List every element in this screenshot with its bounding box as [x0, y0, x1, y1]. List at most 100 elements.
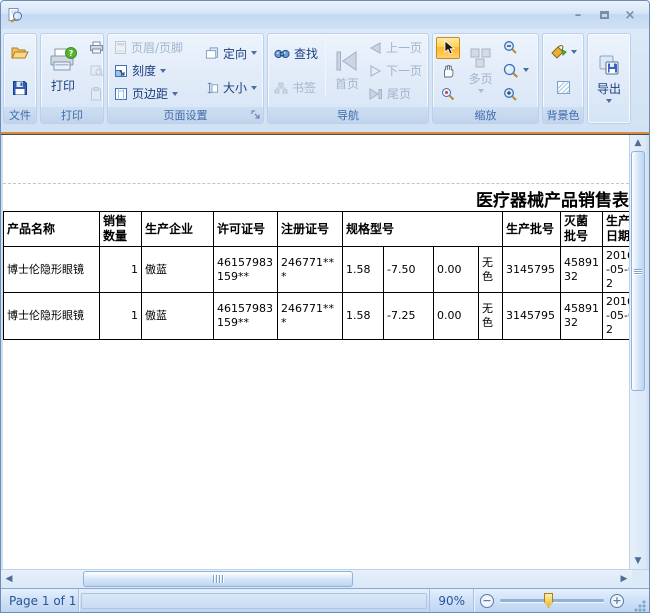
zoom-group-label: 缩放	[475, 107, 497, 123]
navigation-group-label: 导航	[337, 107, 359, 123]
print-dialog-button[interactable]	[84, 62, 108, 80]
scroll-left-icon[interactable]: ◀	[1, 570, 17, 588]
cursor-icon	[442, 40, 455, 55]
zoom-button[interactable]	[500, 62, 535, 79]
header-footer-button[interactable]: 页眉/页脚	[111, 38, 200, 57]
save-button[interactable]	[8, 77, 32, 99]
fill-color-button[interactable]	[547, 43, 580, 60]
orientation-button[interactable]: 定向	[202, 44, 260, 63]
table-row: 博士伦隐形眼镜 1 傲蓝 46157983159** 246771*** 1.5…	[4, 293, 630, 339]
print-button[interactable]: ? 打印	[44, 36, 82, 105]
maximize-button[interactable]	[591, 6, 617, 24]
cell-spec-3: 0.00	[434, 247, 479, 293]
scroll-down-icon[interactable]: ▼	[630, 553, 646, 569]
page-setup-dialog-launcher[interactable]	[250, 109, 261, 120]
last-page-icon	[369, 88, 383, 100]
pan-tool-button[interactable]	[436, 60, 460, 82]
minimize-button[interactable]: –	[565, 6, 591, 24]
last-page-button[interactable]: 尾页	[366, 84, 425, 103]
print-options-icon	[89, 64, 104, 77]
horizontal-scrollbar[interactable]: ◀ ▶	[1, 569, 649, 588]
find-icon	[274, 47, 290, 59]
prev-page-button[interactable]: 上一页	[366, 38, 425, 57]
cell-spec-1: 1.58	[343, 293, 384, 339]
dialog-launcher-icon	[250, 109, 261, 120]
col-header-maker: 生产企业	[142, 212, 214, 247]
margins-dropdown-icon	[172, 92, 178, 96]
table-header-row: 产品名称 销售数量 生产企业 许可证号 注册证号 规格型号 生产批号 灭菌批号 …	[4, 212, 630, 247]
col-header-license: 许可证号	[214, 212, 278, 247]
col-header-batch: 生产批号	[503, 212, 561, 247]
svg-text:?: ?	[69, 49, 74, 58]
cell-color: 无色	[479, 293, 503, 339]
title-bar: – ×	[1, 1, 649, 29]
ribbon-group-file: 文件	[3, 33, 37, 124]
vertical-scrollbar[interactable]: ▲ ▼	[629, 135, 646, 569]
pointer-tool-button[interactable]	[436, 37, 460, 59]
zoom-region-icon	[441, 87, 455, 101]
multipage-label: 多页	[469, 70, 493, 87]
col-header-date: 生产日期	[603, 212, 629, 247]
first-page-label: 首页	[335, 75, 359, 92]
scale-button[interactable]: 刻度	[111, 61, 200, 80]
multipage-button[interactable]: 多页	[463, 36, 498, 105]
next-page-icon	[369, 65, 382, 77]
horizontal-scrollbar-track[interactable]	[17, 570, 616, 588]
size-icon	[205, 81, 219, 95]
close-button[interactable]: ×	[617, 6, 643, 24]
margins-button[interactable]: 页边距	[111, 84, 200, 103]
margins-label: 页边距	[132, 85, 168, 102]
export-button[interactable]: 导出	[593, 36, 625, 121]
export-label: 导出	[597, 80, 621, 97]
cell-maker: 傲蓝	[142, 247, 214, 293]
vertical-scrollbar-thumb[interactable]	[631, 151, 645, 391]
paint-bucket-icon	[550, 44, 567, 59]
header-footer-icon	[114, 41, 127, 54]
multipage-dropdown-icon	[478, 89, 484, 93]
ribbon-group-backcolor: 背景色	[542, 33, 584, 124]
size-button[interactable]: 大小	[202, 78, 260, 97]
scroll-up-icon[interactable]: ▲	[630, 135, 646, 151]
watermark-icon	[556, 80, 571, 95]
zoom-slider-control: − +	[474, 589, 630, 612]
zoom-slider-track[interactable]	[500, 599, 604, 602]
zoom-level-label: 90%	[438, 594, 465, 608]
orientation-icon	[205, 46, 219, 60]
cell-spec-3: 0.00	[434, 293, 479, 339]
export-dropdown-icon	[606, 99, 612, 103]
report-table: 产品名称 销售数量 生产企业 许可证号 注册证号 规格型号 生产批号 灭菌批号 …	[3, 211, 629, 340]
window-resize-grip[interactable]	[634, 600, 646, 612]
quick-print-button[interactable]	[84, 39, 108, 57]
cell-color: 无色	[479, 247, 503, 293]
bookmark-icon	[274, 82, 288, 94]
col-header-sterile: 灭菌批号	[561, 212, 603, 247]
report-title: 医疗器械产品销售表	[476, 186, 629, 211]
cell-maker: 傲蓝	[142, 293, 214, 339]
multipage-icon	[470, 48, 492, 68]
next-page-button[interactable]: 下一页	[366, 61, 425, 80]
preview-page: 医疗器械产品销售表 产品名称 销售数量 生产企业 许可证号 注册证号 规格型号 …	[1, 135, 629, 569]
watermark-button[interactable]	[551, 76, 575, 98]
dynamic-zoom-button[interactable]	[436, 83, 460, 105]
zoom-out-icon	[503, 40, 518, 54]
cell-product: 博士伦隐形眼镜	[4, 247, 100, 293]
file-group-label: 文件	[9, 107, 31, 123]
zoom-out-button[interactable]	[500, 39, 535, 55]
open-file-button[interactable]	[8, 42, 32, 64]
cell-batch: 3145795	[503, 293, 561, 339]
zoom-in-button[interactable]	[500, 86, 535, 102]
app-icon	[7, 7, 24, 24]
bookmark-button[interactable]: 书签	[271, 78, 321, 97]
first-page-button[interactable]: 首页	[330, 36, 364, 105]
horizontal-scrollbar-thumb[interactable]	[83, 571, 353, 587]
zoom-slider-thumb[interactable]	[544, 593, 553, 608]
copy-page-button[interactable]	[84, 85, 108, 103]
scroll-right-icon[interactable]: ▶	[616, 570, 632, 588]
last-page-label: 尾页	[387, 85, 411, 102]
zoom-out-slider-button[interactable]: −	[480, 594, 494, 608]
zoom-in-slider-button[interactable]: +	[610, 594, 624, 608]
find-button[interactable]: 查找	[271, 44, 321, 63]
right-edge-strip	[646, 135, 649, 569]
page-indicator-label: Page 1 of 1	[9, 594, 76, 608]
cell-spec-2: -7.50	[384, 247, 434, 293]
